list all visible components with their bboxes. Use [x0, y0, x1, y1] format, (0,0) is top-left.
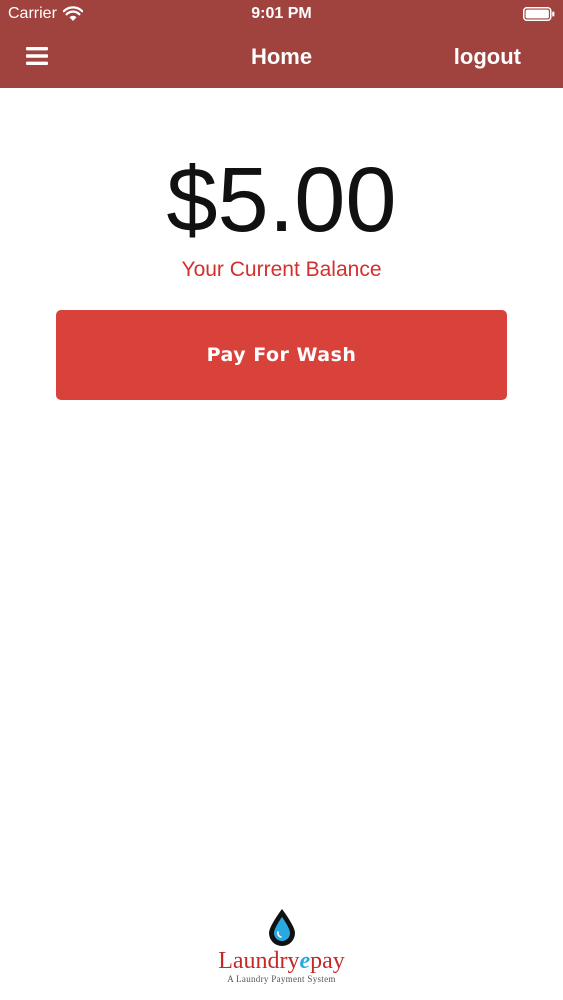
logout-button[interactable]: logout	[454, 44, 521, 70]
app-header: Carrier 9:01 PM Home logout	[0, 0, 563, 88]
status-time: 9:01 PM	[251, 5, 312, 22]
battery-icon	[523, 7, 555, 21]
balance-amount: $5.00	[166, 149, 397, 251]
logo-text-laundry: Laundry	[218, 948, 300, 974]
logo-text-pay: pay	[310, 948, 345, 974]
menu-button[interactable]	[26, 46, 50, 68]
navigation-bar: Home logout	[0, 30, 563, 88]
water-drop-icon	[268, 909, 295, 946]
balance-label: Your Current Balance	[181, 258, 382, 281]
app-logo: Laundryepay A Laundry Payment System	[0, 908, 563, 984]
menu-icon	[26, 47, 48, 65]
logo-tagline: A Laundry Payment System	[227, 974, 336, 984]
status-bar: Carrier 9:01 PM	[0, 0, 563, 30]
logo-wordmark: Laundryepay	[0, 948, 563, 974]
logo-text-e: e	[299, 948, 311, 974]
pay-for-wash-button[interactable]: Pay For Wash	[56, 310, 507, 400]
